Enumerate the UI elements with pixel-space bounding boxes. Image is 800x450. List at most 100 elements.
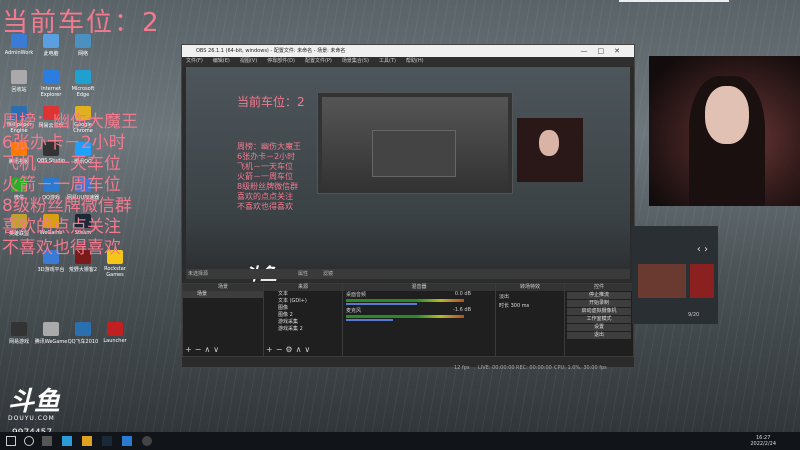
source-item[interactable]: 图像 — [264, 305, 342, 312]
control-button[interactable]: 开始录制 — [567, 300, 631, 307]
transition-duration-value: 300 ms — [510, 303, 530, 309]
desktop-icon[interactable]: Internet Explorer — [34, 70, 68, 98]
douyu-logo: 斗鱼 — [8, 387, 61, 417]
controls-buttons: 停止推流 开始录制 启动虚拟摄像机 工作室模式 设置 退出 — [565, 292, 633, 339]
transition-type[interactable]: 淡出 — [496, 291, 564, 302]
desktop-icon-glyph — [75, 70, 91, 84]
desktop-icon-glyph — [11, 34, 27, 48]
mixer-channel-name: 麦克风 — [346, 308, 362, 314]
sources-tools[interactable]: +−⚙∧∨ — [266, 345, 313, 354]
source-item[interactable]: 文本 (GDI+) — [264, 298, 342, 305]
desktop-icon[interactable]: 腾讯WeGame — [34, 322, 68, 345]
scenes-list[interactable]: 场景 — [183, 291, 263, 298]
sources-panel: 来源 文本 文本 (GDI+) 图像 图像 2 游戏采集 游戏采集 2 +−⚙∧∨ — [263, 283, 343, 357]
desktop-icon[interactable]: 回收站 — [2, 70, 36, 93]
steam-taskbar-icon[interactable] — [102, 436, 112, 446]
desktop-icon[interactable]: 网络 — [66, 34, 100, 57]
windows-start-icon[interactable] — [6, 436, 16, 446]
control-button[interactable]: 退出 — [567, 332, 631, 339]
menu-item[interactable]: 停靠部件(D) — [267, 58, 295, 64]
transitions-header: 转场特效 — [496, 284, 564, 291]
menu-item[interactable]: 工具(T) — [379, 58, 396, 64]
properties-button[interactable]: 属性 — [298, 269, 308, 279]
window-controls[interactable]: —□✕ — [581, 45, 630, 57]
overlay-line: 喜欢的点点关注 — [2, 217, 121, 237]
desktop-icon-glyph — [107, 322, 123, 336]
obs-statusbar: 12 fps LIVE: 00:00:00 REC: 00:00:00 CPU:… — [186, 365, 630, 373]
webcam-feed — [649, 56, 800, 206]
desktop-icon-label: Launcher — [103, 338, 127, 344]
desktop-icon-glyph — [43, 34, 59, 48]
desktop-icon-label: QQ飞车2010 — [67, 339, 99, 345]
desktop-icon[interactable]: 此电脑 — [34, 34, 68, 57]
source-item[interactable]: 游戏采集 2 — [264, 326, 342, 333]
source-item[interactable]: 游戏采集 — [264, 319, 342, 326]
preview-overlay-line: 8级粉丝牌微信群 — [237, 182, 299, 191]
overlay-line: 6张办卡－2小时 — [2, 133, 126, 153]
desktop-icon[interactable]: Microsoft Edge — [66, 70, 100, 98]
side-thumb-1[interactable] — [638, 264, 686, 298]
explorer-taskbar-icon[interactable] — [82, 436, 92, 446]
source-item[interactable]: 文本 — [264, 291, 342, 298]
menu-item[interactable]: 编辑(E) — [213, 58, 230, 64]
webcam-face — [705, 86, 749, 144]
desktop-icon-glyph — [11, 322, 27, 336]
mixer-channel: 桌面音频 0.0 dB — [343, 291, 495, 307]
desktop-icon-label: 网易游戏 — [8, 339, 29, 345]
source-item[interactable]: 图像 2 — [264, 312, 342, 319]
sources-list[interactable]: 文本 文本 (GDI+) 图像 图像 2 游戏采集 游戏采集 2 — [264, 291, 342, 333]
scenes-header: 场景 — [183, 284, 263, 291]
sources-header: 来源 — [264, 284, 342, 291]
desktop-icon-glyph — [43, 322, 59, 336]
preview-overlay-line: 周榜：幽伤大魔王 — [237, 142, 301, 151]
menu-item[interactable]: 场景集合(S) — [342, 58, 369, 64]
preview-overlay-line: 6张办卡－2小时 — [237, 152, 296, 161]
taskbar: 16:27 2022/2/24 — [0, 432, 800, 450]
volume-slider[interactable] — [346, 303, 417, 305]
transition-duration[interactable]: 时长 300 ms — [496, 302, 564, 309]
desktop-icon[interactable]: Launcher — [98, 322, 132, 344]
obs-titlebar[interactable]: OBS 26.1.1 (64-bit, windows) - 配置文件: 未命名… — [182, 45, 634, 57]
desktop-icon-glyph — [11, 70, 27, 84]
desktop-icon-label: Internet Explorer — [40, 86, 62, 98]
control-button[interactable]: 设置 — [567, 324, 631, 331]
side-thumb-2[interactable] — [690, 264, 714, 298]
preview-overlay-line: 飞机－一天车位 — [237, 162, 293, 171]
desktop-icon[interactable]: QQ飞车2010 — [66, 322, 100, 345]
desktop-icon-label: 网络 — [77, 51, 88, 57]
volume-meter — [346, 315, 464, 318]
scenes-tools[interactable]: +−∧∨ — [185, 345, 222, 354]
desktop-icon[interactable]: AdminWork — [2, 34, 36, 56]
desktop-icon-glyph — [75, 34, 91, 48]
menu-item[interactable]: 帮助(H) — [406, 58, 424, 64]
control-button[interactable]: 停止推流 — [567, 292, 631, 299]
filters-button[interactable]: 滤镜 — [323, 269, 333, 279]
desktop-icon-glyph — [75, 322, 91, 336]
desktop-icon-label: 此电脑 — [43, 51, 59, 57]
control-button[interactable]: 工作室模式 — [567, 316, 631, 323]
desktop-icon[interactable]: 网易游戏 — [2, 322, 36, 345]
control-button[interactable]: 启动虚拟摄像机 — [567, 308, 631, 315]
nav-arrows[interactable]: ‹ › — [697, 244, 708, 255]
mixer-channel: 麦克风 -1.6 dB — [343, 307, 495, 323]
scene-item[interactable]: 场景 — [183, 291, 263, 298]
menu-item[interactable]: 配置文件(P) — [305, 58, 332, 64]
menu-item[interactable]: 文件(F) — [186, 58, 203, 64]
desktop-icon-label: Rockstar Games — [104, 266, 126, 278]
obs-title: OBS 26.1.1 (64-bit, windows) - 配置文件: 未命名… — [196, 48, 346, 54]
menu-item[interactable]: 视图(V) — [240, 58, 257, 64]
task-view-icon[interactable] — [42, 436, 52, 446]
top-right-card — [619, 0, 729, 2]
preview-overlay-title: 当前车位：2 — [237, 95, 305, 109]
obs-window[interactable]: OBS 26.1.1 (64-bit, windows) - 配置文件: 未命名… — [181, 44, 635, 371]
edge-taskbar-icon[interactable] — [62, 436, 72, 446]
volume-slider[interactable] — [346, 319, 394, 321]
search-icon[interactable] — [24, 436, 34, 446]
qq-taskbar-icon[interactable] — [122, 436, 132, 446]
taskbar-clock[interactable]: 16:27 2022/2/24 — [750, 435, 776, 447]
obs-taskbar-icon[interactable] — [142, 436, 152, 446]
douyu-sub: DOUYU.COM — [8, 415, 55, 422]
selected-source-label: 未选择源 — [188, 271, 209, 277]
overlay-line: 飞机－一天车位 — [2, 154, 121, 174]
overlay-line: 8级粉丝牌微信群 — [2, 196, 132, 216]
